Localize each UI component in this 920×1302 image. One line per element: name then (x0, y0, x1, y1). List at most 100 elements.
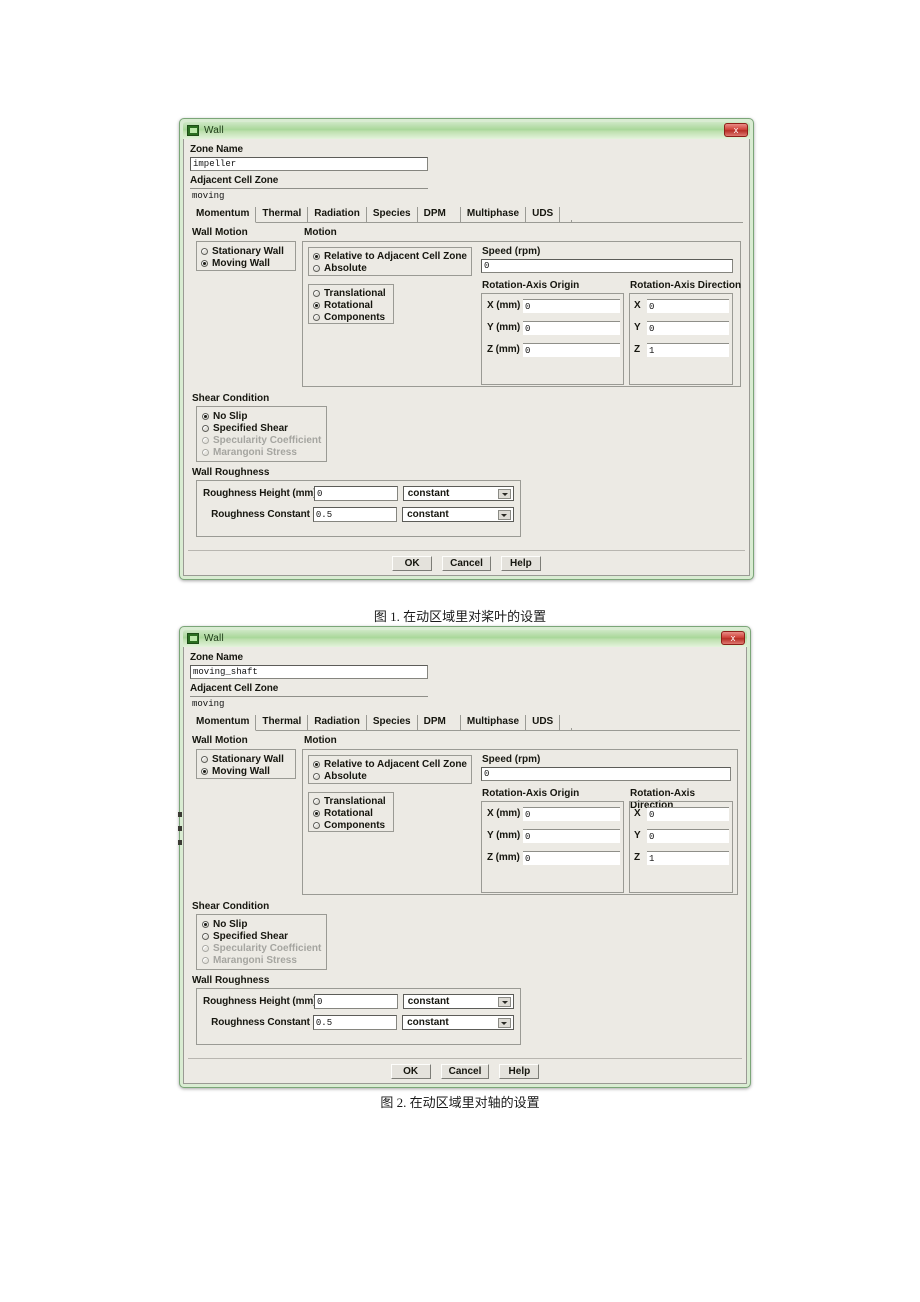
radio-translational[interactable]: Translational (313, 795, 389, 807)
tab-thermal[interactable]: Thermal (256, 715, 309, 730)
tab-strip[interactable]: Momentum Thermal Radiation Species DPM M… (190, 715, 740, 731)
tab-radiation[interactable]: Radiation (308, 207, 367, 222)
radio-relative-to-adjacent-cell-zone[interactable]: Relative to Adjacent Cell Zone (313, 758, 467, 770)
radio-icon (313, 264, 320, 272)
radio-icon (313, 821, 320, 829)
help-button[interactable]: Help (499, 1064, 540, 1079)
tab-species[interactable]: Species (366, 715, 418, 730)
radio-translational[interactable]: Translational (313, 287, 389, 299)
radio-label: Specified Shear (213, 422, 289, 434)
origin-x-input[interactable]: 0 (523, 299, 620, 313)
zone-name-label: Zone Name (190, 144, 244, 155)
wall-dialog-1[interactable]: Wall x Zone Name impeller Adjacent Cell … (179, 118, 754, 580)
zone-name-label: Zone Name (190, 652, 244, 663)
tab-momentum[interactable]: Momentum (190, 207, 257, 223)
dialog-body: Zone Name impeller Adjacent Cell Zone mo… (183, 139, 750, 576)
motion-title: Motion (304, 227, 337, 238)
direction-y-input[interactable]: 0 (647, 321, 729, 335)
origin-z-input[interactable]: 0 (523, 851, 620, 865)
close-icon[interactable]: x (724, 123, 748, 137)
speed-input[interactable]: 0 (481, 259, 733, 273)
ok-button[interactable]: OK (392, 556, 433, 571)
tab-momentum[interactable]: Momentum (190, 715, 257, 731)
radio-rotational[interactable]: Rotational (313, 807, 389, 819)
tab-dpm[interactable]: DPM (417, 715, 461, 730)
tab-strip[interactable]: Momentum Thermal Radiation Species DPM M… (190, 207, 743, 223)
tab-thermal[interactable]: Thermal (256, 207, 309, 222)
close-icon[interactable]: x (721, 631, 745, 645)
radio-label: Components (324, 311, 386, 323)
wall-dialog-2[interactable]: Wall x Zone Name moving_shaft Adjacent C… (179, 626, 751, 1088)
direction-x-input[interactable]: 0 (647, 299, 729, 313)
roughness-constant-method-select[interactable]: constant (402, 1015, 514, 1030)
radio-rotational[interactable]: Rotational (313, 299, 389, 311)
radio-icon (313, 772, 320, 780)
radio-stationary-wall[interactable]: Stationary Wall (201, 753, 291, 765)
chevron-down-icon[interactable] (497, 1018, 511, 1028)
speed-input[interactable]: 0 (481, 767, 731, 781)
cancel-button[interactable]: Cancel (440, 1064, 490, 1079)
figure-caption-2: 图 2. 在动区域里对轴的设置 (380, 1095, 540, 1110)
zone-name-input[interactable]: impeller (190, 157, 428, 171)
roughness-constant-input[interactable]: 0.5 (312, 507, 398, 522)
tab-dpm[interactable]: DPM (417, 207, 461, 222)
origin-z-label: Z (mm) (487, 344, 520, 355)
adjacent-cell-zone-label: Adjacent Cell Zone (190, 175, 279, 186)
radio-icon-selected (313, 760, 320, 768)
roughness-height-input[interactable]: 0 (314, 994, 398, 1009)
radio-absolute[interactable]: Absolute (313, 770, 467, 782)
radio-no-slip[interactable]: No Slip (202, 410, 321, 422)
help-button[interactable]: Help (500, 556, 541, 571)
roughness-constant-input[interactable]: 0.5 (312, 1015, 398, 1030)
radio-no-slip[interactable]: No Slip (202, 918, 321, 930)
roughness-height-method-select[interactable]: constant (402, 994, 514, 1009)
radio-absolute[interactable]: Absolute (313, 262, 467, 274)
radio-label: Marangoni Stress (213, 954, 297, 966)
direction-y-input[interactable]: 0 (647, 829, 729, 843)
rotation-axis-origin-title: Rotation-Axis Origin (482, 280, 580, 291)
chevron-down-icon[interactable] (498, 997, 511, 1007)
radio-components[interactable]: Components (313, 819, 389, 831)
roughness-height-input[interactable]: 0 (314, 486, 398, 501)
tab-multiphase[interactable]: Multiphase (460, 715, 527, 730)
direction-z-input[interactable]: 1 (647, 343, 729, 357)
chevron-down-icon[interactable] (498, 489, 511, 499)
direction-x-label: X (634, 300, 641, 311)
radio-marangoni-stress: Marangoni Stress (202, 954, 321, 966)
direction-x-input[interactable]: 0 (647, 807, 729, 821)
title-bar[interactable]: Wall x (183, 122, 750, 139)
origin-x-input[interactable]: 0 (523, 807, 620, 821)
title-bar[interactable]: Wall x (183, 630, 747, 647)
radio-moving-wall[interactable]: Moving Wall (201, 257, 291, 269)
tab-uds[interactable]: UDS (526, 715, 561, 730)
adjacent-cell-zone-value: moving (190, 188, 428, 202)
roughness-height-method-value: constant (407, 996, 450, 1007)
tab-multiphase[interactable]: Multiphase (460, 207, 527, 222)
radio-label: Components (324, 819, 386, 831)
radio-specified-shear[interactable]: Specified Shear (202, 422, 321, 434)
radio-icon (313, 313, 320, 321)
radio-moving-wall[interactable]: Moving Wall (201, 765, 291, 777)
direction-row-y: Y 0 (634, 829, 729, 843)
origin-y-input[interactable]: 0 (523, 829, 620, 843)
zone-name-input[interactable]: moving_shaft (190, 665, 428, 679)
radio-relative-to-adjacent-cell-zone[interactable]: Relative to Adjacent Cell Zone (313, 250, 467, 262)
radio-icon (313, 797, 320, 805)
radio-icon (202, 424, 209, 432)
radio-specified-shear[interactable]: Specified Shear (202, 930, 321, 942)
app-window-icon (187, 125, 199, 136)
roughness-constant-method-select[interactable]: constant (402, 507, 514, 522)
ok-button[interactable]: OK (390, 1064, 431, 1079)
radio-stationary-wall[interactable]: Stationary Wall (201, 245, 291, 257)
origin-y-input[interactable]: 0 (523, 321, 620, 335)
roughness-height-method-select[interactable]: constant (402, 486, 514, 501)
radio-components[interactable]: Components (313, 311, 389, 323)
direction-z-input[interactable]: 1 (647, 851, 729, 865)
chevron-down-icon[interactable] (497, 510, 511, 520)
tab-radiation[interactable]: Radiation (308, 715, 367, 730)
cancel-button[interactable]: Cancel (442, 556, 491, 571)
origin-y-label: Y (mm) (487, 322, 521, 333)
origin-z-input[interactable]: 0 (523, 343, 620, 357)
tab-uds[interactable]: UDS (526, 207, 561, 222)
tab-species[interactable]: Species (366, 207, 418, 222)
